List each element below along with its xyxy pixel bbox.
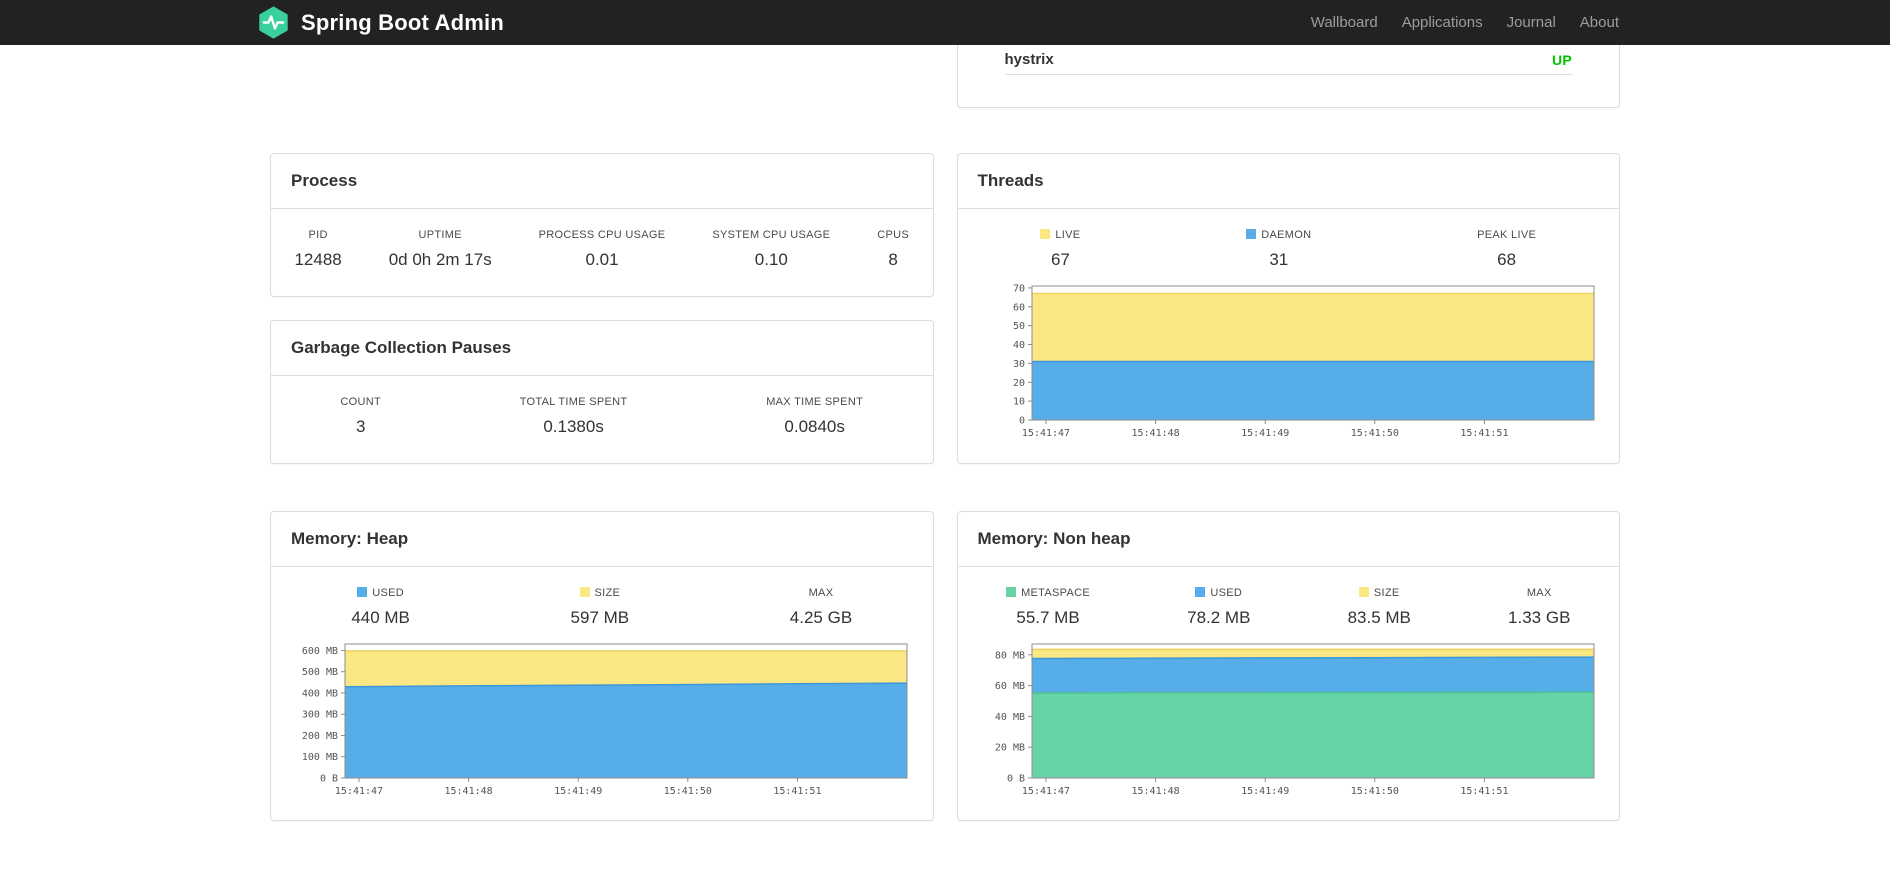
svg-text:0: 0 xyxy=(1018,416,1024,427)
gc-pauses-panel-title: Garbage Collection Pauses xyxy=(271,321,933,376)
legend-item-size: SIZE 597 MB xyxy=(570,587,630,627)
nav-link-wallboard[interactable]: Wallboard xyxy=(1311,14,1378,31)
stat-system-cpu-usage: SYSTEM CPU USAGE 0.10 xyxy=(712,229,831,269)
brand-logo-icon xyxy=(259,6,288,39)
svg-text:0 B: 0 B xyxy=(1006,774,1024,785)
threads-panel: Threads LIVE 67 DAEMON 31 PEAK LIVE 68 0… xyxy=(956,153,1620,464)
svg-text:300 MB: 300 MB xyxy=(302,710,338,721)
svg-text:70: 70 xyxy=(1012,283,1024,294)
svg-text:400 MB: 400 MB xyxy=(302,688,338,699)
legend-item-metaspace: METASPACE 55.7 MB xyxy=(1006,587,1090,628)
svg-text:200 MB: 200 MB xyxy=(302,731,338,742)
legend-swatch xyxy=(1246,229,1257,239)
threads-legend: LIVE 67 DAEMON 31 PEAK LIVE 68 xyxy=(958,209,1620,270)
svg-text:10: 10 xyxy=(1012,397,1024,408)
legend-item-size: SIZE 83.5 MB xyxy=(1347,587,1411,627)
svg-text:15:41:50: 15:41:50 xyxy=(1350,428,1398,439)
svg-text:40 MB: 40 MB xyxy=(994,712,1024,723)
legend-swatch xyxy=(1040,229,1051,239)
svg-text:15:41:47: 15:41:47 xyxy=(335,786,383,797)
process-panel: Process PID 12488 UPTIME 0d 0h 2m 17s PR… xyxy=(270,153,934,297)
svg-text:15:41:51: 15:41:51 xyxy=(1460,786,1508,797)
memory-heap-legend: USED 440 MB SIZE 597 MB MAX 4.25 GB xyxy=(271,567,933,628)
svg-text:15:41:48: 15:41:48 xyxy=(1131,428,1179,439)
svg-text:60: 60 xyxy=(1012,302,1024,313)
legend-item-peak-live: PEAK LIVE 68 xyxy=(1477,229,1537,269)
legend-item-used: USED 440 MB xyxy=(351,587,410,627)
svg-text:15:41:51: 15:41:51 xyxy=(773,786,821,797)
memory-nonheap-chart: 0 B 20 MB 40 MB 60 MB 80 MB 15:41:47 15:41:48 1… xyxy=(976,638,1620,802)
memory-nonheap-panel-title: Memory: Non heap xyxy=(957,512,1619,567)
svg-text:15:41:51: 15:41:51 xyxy=(1460,428,1508,439)
svg-text:15:41:49: 15:41:49 xyxy=(1241,786,1289,797)
memory-nonheap-panel: Memory: Non heap METASPACE 55.7 MB USED … xyxy=(956,511,1620,821)
gc-stats: COUNT 3 TOTAL TIME SPENT 0.1380s MAX TIM… xyxy=(271,376,933,437)
legend-item-daemon: DAEMON 31 xyxy=(1246,229,1311,270)
threads-panel-title: Threads xyxy=(957,154,1619,209)
legend-swatch xyxy=(1006,587,1017,597)
gc-pauses-panel: Garbage Collection Pauses COUNT 3 TOTAL … xyxy=(270,320,934,464)
svg-text:15:41:47: 15:41:47 xyxy=(1021,786,1069,797)
svg-text:500 MB: 500 MB xyxy=(302,667,338,678)
brand-title: Spring Boot Admin xyxy=(301,9,505,35)
svg-text:0 B: 0 B xyxy=(320,774,338,785)
application-row-hystrix[interactable]: hystrix UP xyxy=(1004,45,1572,75)
application-table: hystrix UP xyxy=(1004,45,1572,75)
left-column: Process PID 12488 UPTIME 0d 0h 2m 17s PR… xyxy=(270,45,934,821)
main-content: Process PID 12488 UPTIME 0d 0h 2m 17s PR… xyxy=(270,45,1620,821)
svg-text:15:41:49: 15:41:49 xyxy=(1241,428,1289,439)
nav-link-applications[interactable]: Applications xyxy=(1402,14,1483,31)
memory-heap-panel-title: Memory: Heap xyxy=(271,512,933,567)
brand[interactable]: Spring Boot Admin xyxy=(257,6,504,39)
memory-heap-chart: 0 B 100 MB 200 MB 300 MB 400 MB 500 MB 600 MB 1… xyxy=(289,638,933,802)
svg-text:80 MB: 80 MB xyxy=(994,650,1024,661)
svg-text:20: 20 xyxy=(1012,378,1024,389)
nav-links: Wallboard Applications Journal About xyxy=(1311,14,1619,31)
svg-text:15:41:47: 15:41:47 xyxy=(1021,428,1069,439)
svg-text:15:41:48: 15:41:48 xyxy=(1131,786,1179,797)
application-status-badge: UP xyxy=(1551,51,1572,68)
legend-swatch xyxy=(579,587,590,597)
stat-uptime: UPTIME 0d 0h 2m 17s xyxy=(388,229,492,269)
nav-link-about[interactable]: About xyxy=(1580,14,1619,31)
legend-swatch xyxy=(357,587,368,597)
svg-text:20 MB: 20 MB xyxy=(994,743,1024,754)
stat-pid: PID 12488 xyxy=(294,229,342,269)
application-name: hystrix xyxy=(1004,51,1054,68)
stat-gc-total-time: TOTAL TIME SPENT 0.1380s xyxy=(519,396,628,436)
right-column: hystrix UP Threads LIVE 67 DAEMON 31 PEA… xyxy=(956,45,1620,821)
legend-item-live: LIVE 67 xyxy=(1040,229,1080,270)
legend-item-max: MAX 1.33 GB xyxy=(1508,587,1571,627)
process-stats: PID 12488 UPTIME 0d 0h 2m 17s PROCESS CP… xyxy=(271,209,933,270)
memory-heap-panel: Memory: Heap USED 440 MB SIZE 597 MB MAX… xyxy=(270,511,934,821)
legend-item-max: MAX 4.25 GB xyxy=(789,587,853,627)
stat-cpus: CPUS 8 xyxy=(877,229,909,269)
svg-text:60 MB: 60 MB xyxy=(994,681,1024,692)
svg-text:40: 40 xyxy=(1012,340,1024,351)
threads-chart: 0 10 20 30 40 50 60 70 15:41:47 15:41:48 15:41:49 1… xyxy=(976,280,1620,444)
svg-text:15:41:48: 15:41:48 xyxy=(445,786,493,797)
legend-swatch xyxy=(1358,587,1369,597)
svg-text:600 MB: 600 MB xyxy=(302,646,338,657)
svg-text:15:41:50: 15:41:50 xyxy=(664,786,712,797)
process-panel-title: Process xyxy=(271,154,933,209)
legend-swatch xyxy=(1195,587,1206,597)
legend-item-used: USED 78.2 MB xyxy=(1187,587,1251,627)
svg-text:100 MB: 100 MB xyxy=(302,752,338,763)
svg-text:50: 50 xyxy=(1012,321,1024,332)
svg-text:30: 30 xyxy=(1012,359,1024,370)
stat-gc-count: COUNT 3 xyxy=(340,396,381,436)
applications-panel-partial: hystrix UP xyxy=(956,45,1620,108)
memory-nonheap-legend: METASPACE 55.7 MB USED 78.2 MB SIZE 83.5… xyxy=(958,567,1620,628)
stat-process-cpu-usage: PROCESS CPU USAGE 0.01 xyxy=(538,229,666,269)
svg-text:15:41:50: 15:41:50 xyxy=(1350,786,1398,797)
nav-link-journal[interactable]: Journal xyxy=(1507,14,1556,31)
stat-gc-max-time: MAX TIME SPENT 0.0840s xyxy=(766,396,864,436)
navbar: Spring Boot Admin Wallboard Applications… xyxy=(0,0,1890,45)
svg-text:15:41:49: 15:41:49 xyxy=(554,786,602,797)
